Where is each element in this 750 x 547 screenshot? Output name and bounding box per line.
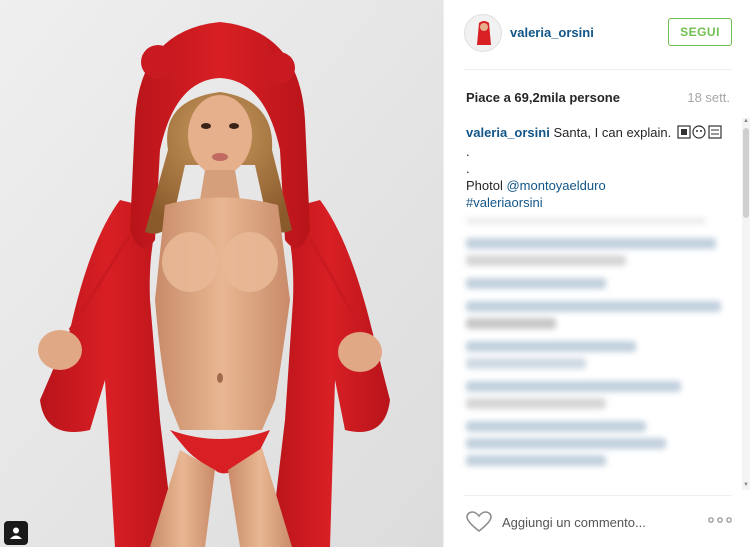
follow-button[interactable]: SEGUI [668,18,732,46]
user-tag-icon[interactable] [4,521,28,545]
post-caption: valeria_orsini Santa, I can explain. . .… [466,124,736,211]
comments-scrollbar[interactable]: ▲ ▼ [742,118,750,490]
scroll-up-icon[interactable]: ▲ [742,118,750,126]
likes-row: Piace a 69,2mila persone 18 sett. [466,90,730,105]
comment-input[interactable] [502,510,692,534]
likes-count[interactable]: Piace a 69,2mila persone [466,90,620,105]
caption-photo-prefix: Photo [466,177,500,193]
photo-credit-link[interactable]: @montoyaelduro [506,178,605,193]
caption-line: . [466,143,470,159]
blurred-comments-list [466,218,736,490]
post-details-pane: valeria_orsini SEGUI Piace a 69,2mila pe… [443,0,750,547]
scroll-down-icon[interactable]: ▼ [742,482,750,490]
header-divider [464,69,732,70]
more-options-icon[interactable] [708,517,732,523]
footer-divider [464,495,732,496]
post-author-username[interactable]: valeria_orsini [510,25,594,40]
caption-line: . [466,160,470,176]
caption-username[interactable]: valeria_orsini [466,125,550,140]
post-age[interactable]: 18 sett. [687,90,730,105]
heart-icon[interactable] [466,511,492,533]
post-image [0,0,443,547]
emoji-icons [677,124,723,143]
post-footer [466,505,732,541]
scrollbar-thumb[interactable] [743,128,749,218]
hashtag-link[interactable]: #valeriaorsini [466,195,543,210]
post-photo[interactable] [0,0,443,547]
caption-text: Santa, I can explain. [553,125,672,140]
post-header: valeria_orsini SEGUI [464,14,732,54]
avatar[interactable] [464,14,502,52]
